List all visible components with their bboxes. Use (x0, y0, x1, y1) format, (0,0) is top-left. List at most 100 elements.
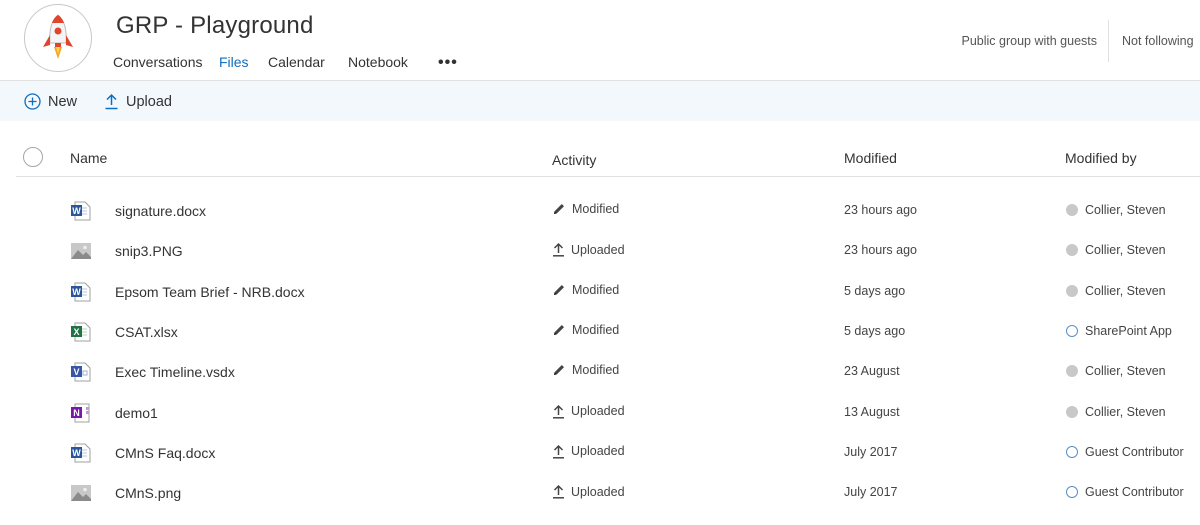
activity-cell: Uploaded (552, 404, 625, 419)
modified-by-cell[interactable]: Collier, Steven (1066, 243, 1166, 257)
presence-icon (1066, 405, 1078, 418)
activity-label: Modified (572, 282, 620, 297)
group-title: GRP - Playground (116, 12, 314, 39)
modified-by-cell[interactable]: Collier, Steven (1066, 364, 1166, 378)
file-row[interactable]: W CMnS Faq.docx Uploaded July 2017 Guest… (0, 442, 1200, 482)
column-header-modified-by[interactable]: Modified by (1065, 150, 1137, 166)
tab-notebook[interactable]: Notebook (348, 54, 408, 70)
activity-cell: Uploaded (552, 242, 625, 257)
tab-calendar[interactable]: Calendar (268, 54, 325, 70)
activity-cell: Modified (552, 283, 619, 297)
new-button-label: New (48, 93, 78, 110)
column-header-modified[interactable]: Modified (844, 150, 897, 166)
file-row[interactable]: X CSAT.xlsx Modified 5 days ago SharePoi… (0, 321, 1200, 361)
modified-date: 23 August (844, 364, 900, 379)
word-icon: W (70, 281, 92, 303)
modified-date: July 2017 (844, 444, 898, 459)
file-name[interactable]: snip3.PNG (115, 243, 183, 259)
modified-date: July 2017 (844, 485, 898, 500)
command-bar: New Upload (0, 81, 1200, 121)
file-name[interactable]: Exec Timeline.vsdx (115, 364, 235, 380)
file-row[interactable]: snip3.PNG Uploaded 23 hours ago Collier,… (0, 240, 1200, 280)
onenote-icon: N (70, 402, 92, 424)
upload-icon (552, 242, 571, 257)
modified-by-name: Guest Contributor (1085, 444, 1184, 459)
presence-icon (1066, 445, 1078, 458)
image-icon (70, 482, 92, 504)
group-header: GRP - Playground Conversations Files Cal… (0, 0, 1200, 81)
tab-conversations[interactable]: Conversations (113, 54, 203, 70)
file-row[interactable]: CMnS.png Uploaded July 2017 Guest Contri… (0, 482, 1200, 522)
upload-button[interactable]: Upload (104, 93, 172, 110)
file-name[interactable]: signature.docx (115, 203, 206, 219)
modified-by-name: SharePoint App (1085, 323, 1172, 338)
modified-by-cell[interactable]: SharePoint App (1066, 324, 1172, 338)
tab-files[interactable]: Files (219, 54, 249, 70)
file-row[interactable]: W Epsom Team Brief - NRB.docx Modified 5… (0, 281, 1200, 321)
presence-icon (1066, 284, 1078, 297)
activity-cell: Modified (552, 202, 619, 216)
svg-text:W: W (72, 448, 81, 458)
pencil-icon (552, 323, 572, 337)
activity-label: Uploaded (571, 484, 625, 499)
file-name[interactable]: CMnS Faq.docx (115, 445, 215, 461)
select-all-checkbox[interactable] (23, 147, 43, 167)
upload-icon (552, 444, 571, 459)
file-row[interactable]: V Exec Timeline.vsdx Modified 23 August … (0, 361, 1200, 401)
pencil-icon (552, 202, 572, 216)
activity-label: Uploaded (571, 444, 625, 459)
header-divider (1108, 20, 1109, 62)
presence-icon (1066, 204, 1078, 216)
activity-label: Modified (572, 202, 620, 216)
file-name[interactable]: Epsom Team Brief - NRB.docx (115, 284, 305, 300)
modified-by-cell[interactable]: Collier, Steven (1066, 405, 1166, 419)
file-row[interactable]: N demo1 Uploaded 13 August Collier, Stev… (0, 402, 1200, 442)
svg-text:V: V (73, 367, 79, 377)
pencil-icon (552, 363, 572, 377)
more-options-icon[interactable]: ••• (438, 54, 458, 72)
modified-by-cell[interactable]: Collier, Steven (1066, 284, 1166, 298)
activity-label: Uploaded (571, 404, 625, 418)
modified-date: 5 days ago (844, 283, 906, 298)
excel-icon: X (70, 321, 92, 343)
presence-icon (1066, 486, 1078, 499)
word-icon: W (70, 442, 92, 464)
presence-icon (1066, 365, 1078, 378)
modified-date: 5 days ago (844, 323, 906, 338)
activity-label: Uploaded (571, 242, 625, 257)
svg-text:X: X (73, 327, 79, 337)
rocket-logo-icon (24, 4, 92, 72)
column-header-activity[interactable]: Activity (552, 152, 596, 168)
activity-cell: Modified (552, 323, 619, 337)
presence-icon (1066, 244, 1078, 257)
plus-circle-icon (24, 93, 41, 110)
column-header-name[interactable]: Name (70, 150, 107, 166)
presence-icon (1066, 324, 1078, 337)
new-button[interactable]: New (24, 93, 77, 110)
image-icon (70, 240, 92, 262)
modified-date: 23 hours ago (844, 203, 917, 217)
activity-cell: Uploaded (552, 444, 625, 459)
modified-by-name: Collier, Steven (1085, 364, 1166, 379)
upload-button-label: Upload (126, 93, 172, 110)
header-divider-line (16, 176, 1200, 177)
activity-cell: Modified (552, 363, 619, 377)
file-name[interactable]: demo1 (115, 405, 158, 421)
svg-text:N: N (73, 408, 80, 418)
activity-label: Modified (572, 322, 620, 337)
svg-text:W: W (72, 287, 81, 297)
file-row[interactable]: W signature.docx Modified 23 hours ago C… (0, 200, 1200, 240)
word-icon: W (70, 200, 92, 222)
modified-by-cell[interactable]: Guest Contributor (1066, 485, 1184, 499)
activity-cell: Uploaded (552, 484, 625, 499)
file-name[interactable]: CSAT.xlsx (115, 324, 178, 340)
modified-date: 13 August (844, 404, 900, 419)
follow-button[interactable]: Not following (1122, 34, 1194, 48)
file-name[interactable]: CMnS.png (115, 485, 181, 501)
modified-by-name: Collier, Steven (1085, 283, 1166, 298)
modified-by-name: Collier, Steven (1085, 404, 1166, 419)
modified-by-name: Collier, Steven (1085, 243, 1166, 258)
modified-by-cell[interactable]: Guest Contributor (1066, 445, 1184, 459)
modified-by-cell[interactable]: Collier, Steven (1066, 203, 1166, 217)
svg-text:W: W (72, 206, 81, 216)
